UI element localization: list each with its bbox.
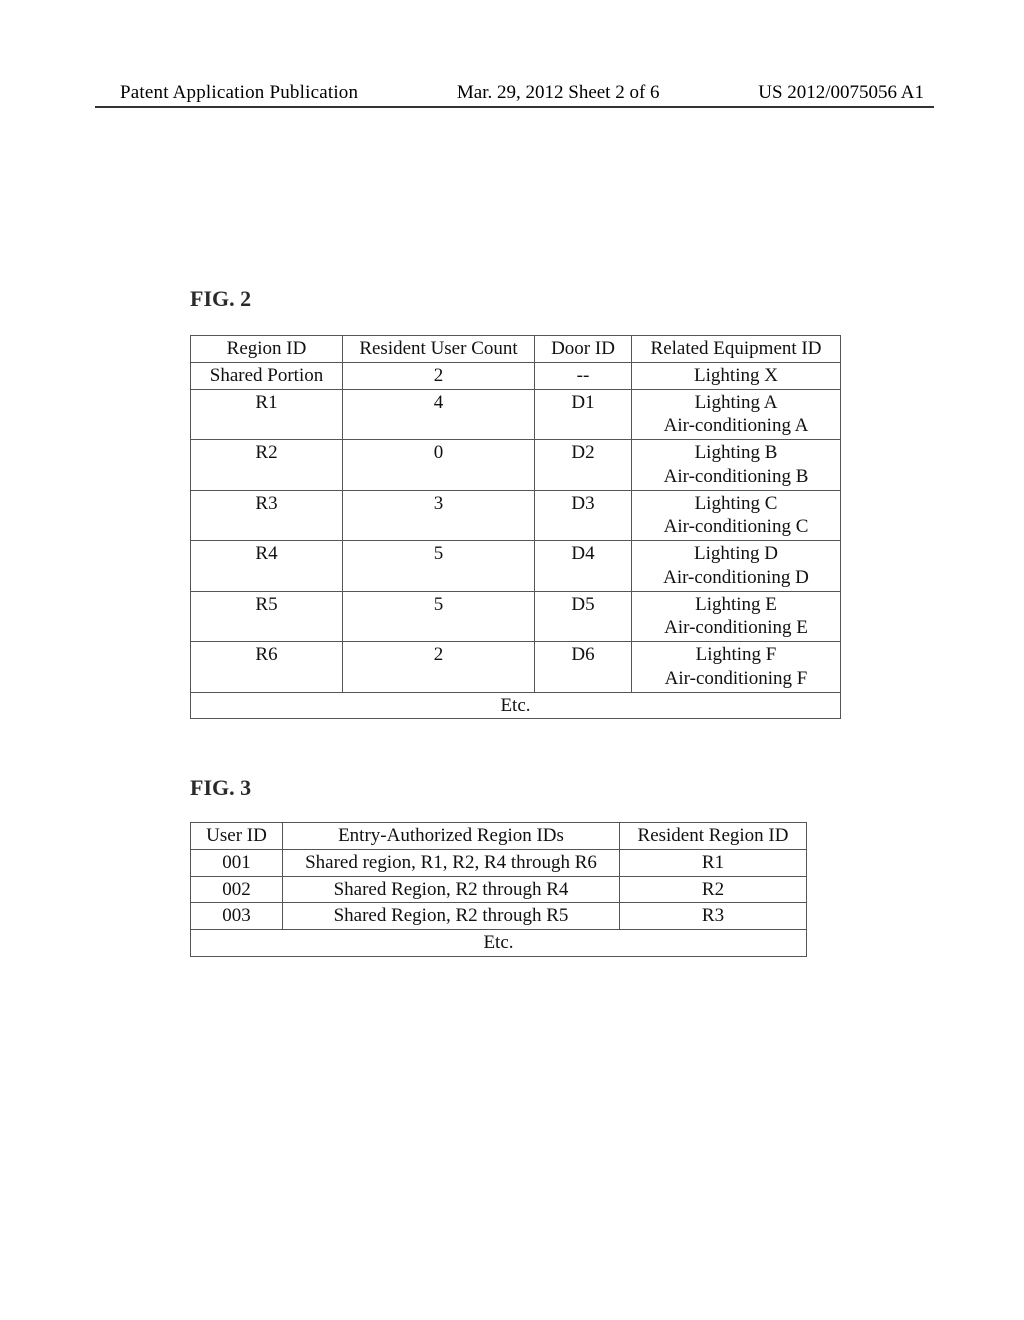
- cell-region: R2: [191, 440, 343, 491]
- cell-res: R3: [620, 903, 807, 930]
- cell-uid: 002: [191, 876, 283, 903]
- cell-door: D2: [535, 440, 632, 491]
- cell-region: R5: [191, 591, 343, 642]
- table-etc-row: Etc.: [191, 692, 841, 719]
- cell-equip: Lighting E Air-conditioning E: [632, 591, 841, 642]
- cell-door: D6: [535, 642, 632, 693]
- table-row: R2 0 D2 Lighting B Air-conditioning B: [191, 440, 841, 491]
- col-header-door: Door ID: [535, 336, 632, 363]
- cell-door: D3: [535, 490, 632, 541]
- table-row: Shared Portion 2 -- Lighting X: [191, 362, 841, 389]
- cell-uid: 001: [191, 849, 283, 876]
- table-row: R4 5 D4 Lighting D Air-conditioning D: [191, 541, 841, 592]
- table-etc-row: Etc.: [191, 930, 807, 957]
- cell-equip: Lighting X: [632, 362, 841, 389]
- cell-region: R6: [191, 642, 343, 693]
- page: Patent Application Publication Mar. 29, …: [0, 0, 1024, 1320]
- cell-region: R3: [191, 490, 343, 541]
- cell-door: --: [535, 362, 632, 389]
- cell-res: R1: [620, 849, 807, 876]
- cell-etc: Etc.: [191, 692, 841, 719]
- table-row: R5 5 D5 Lighting E Air-conditioning E: [191, 591, 841, 642]
- cell-region: R4: [191, 541, 343, 592]
- fig2-table: Region ID Resident User Count Door ID Re…: [190, 335, 841, 719]
- cell-region: R1: [191, 389, 343, 440]
- table-row: 002 Shared Region, R2 through R4 R2: [191, 876, 807, 903]
- cell-count: 5: [343, 591, 535, 642]
- cell-uid: 003: [191, 903, 283, 930]
- cell-equip: Lighting A Air-conditioning A: [632, 389, 841, 440]
- cell-count: 2: [343, 642, 535, 693]
- table-row: R1 4 D1 Lighting A Air-conditioning A: [191, 389, 841, 440]
- fig3-table: User ID Entry-Authorized Region IDs Resi…: [190, 822, 807, 957]
- table-header-row: Region ID Resident User Count Door ID Re…: [191, 336, 841, 363]
- col-header-auth: Entry-Authorized Region IDs: [283, 823, 620, 850]
- header-middle: Mar. 29, 2012 Sheet 2 of 6: [457, 82, 660, 104]
- cell-auth: Shared Region, R2 through R5: [283, 903, 620, 930]
- header-right: US 2012/0075056 A1: [758, 82, 924, 104]
- cell-door: D4: [535, 541, 632, 592]
- fig3-label: FIG. 3: [190, 775, 251, 801]
- cell-count: 4: [343, 389, 535, 440]
- table-header-row: User ID Entry-Authorized Region IDs Resi…: [191, 823, 807, 850]
- header-left: Patent Application Publication: [120, 82, 358, 104]
- cell-res: R2: [620, 876, 807, 903]
- cell-equip: Lighting D Air-conditioning D: [632, 541, 841, 592]
- cell-region: Shared Portion: [191, 362, 343, 389]
- col-header-res: Resident Region ID: [620, 823, 807, 850]
- header-rule: [95, 106, 934, 108]
- col-header-region: Region ID: [191, 336, 343, 363]
- table-row: R6 2 D6 Lighting F Air-conditioning F: [191, 642, 841, 693]
- cell-door: D5: [535, 591, 632, 642]
- cell-equip: Lighting B Air-conditioning B: [632, 440, 841, 491]
- cell-count: 3: [343, 490, 535, 541]
- cell-count: 0: [343, 440, 535, 491]
- cell-equip: Lighting F Air-conditioning F: [632, 642, 841, 693]
- col-header-count: Resident User Count: [343, 336, 535, 363]
- cell-count: 5: [343, 541, 535, 592]
- cell-door: D1: [535, 389, 632, 440]
- cell-auth: Shared Region, R2 through R4: [283, 876, 620, 903]
- cell-etc: Etc.: [191, 930, 807, 957]
- table-row: 001 Shared region, R1, R2, R4 through R6…: [191, 849, 807, 876]
- col-header-equip: Related Equipment ID: [632, 336, 841, 363]
- table-row: 003 Shared Region, R2 through R5 R3: [191, 903, 807, 930]
- cell-auth: Shared region, R1, R2, R4 through R6: [283, 849, 620, 876]
- table-row: R3 3 D3 Lighting C Air-conditioning C: [191, 490, 841, 541]
- cell-count: 2: [343, 362, 535, 389]
- fig2-label: FIG. 2: [190, 286, 251, 312]
- col-header-uid: User ID: [191, 823, 283, 850]
- page-header: Patent Application Publication Mar. 29, …: [0, 82, 1024, 104]
- cell-equip: Lighting C Air-conditioning C: [632, 490, 841, 541]
